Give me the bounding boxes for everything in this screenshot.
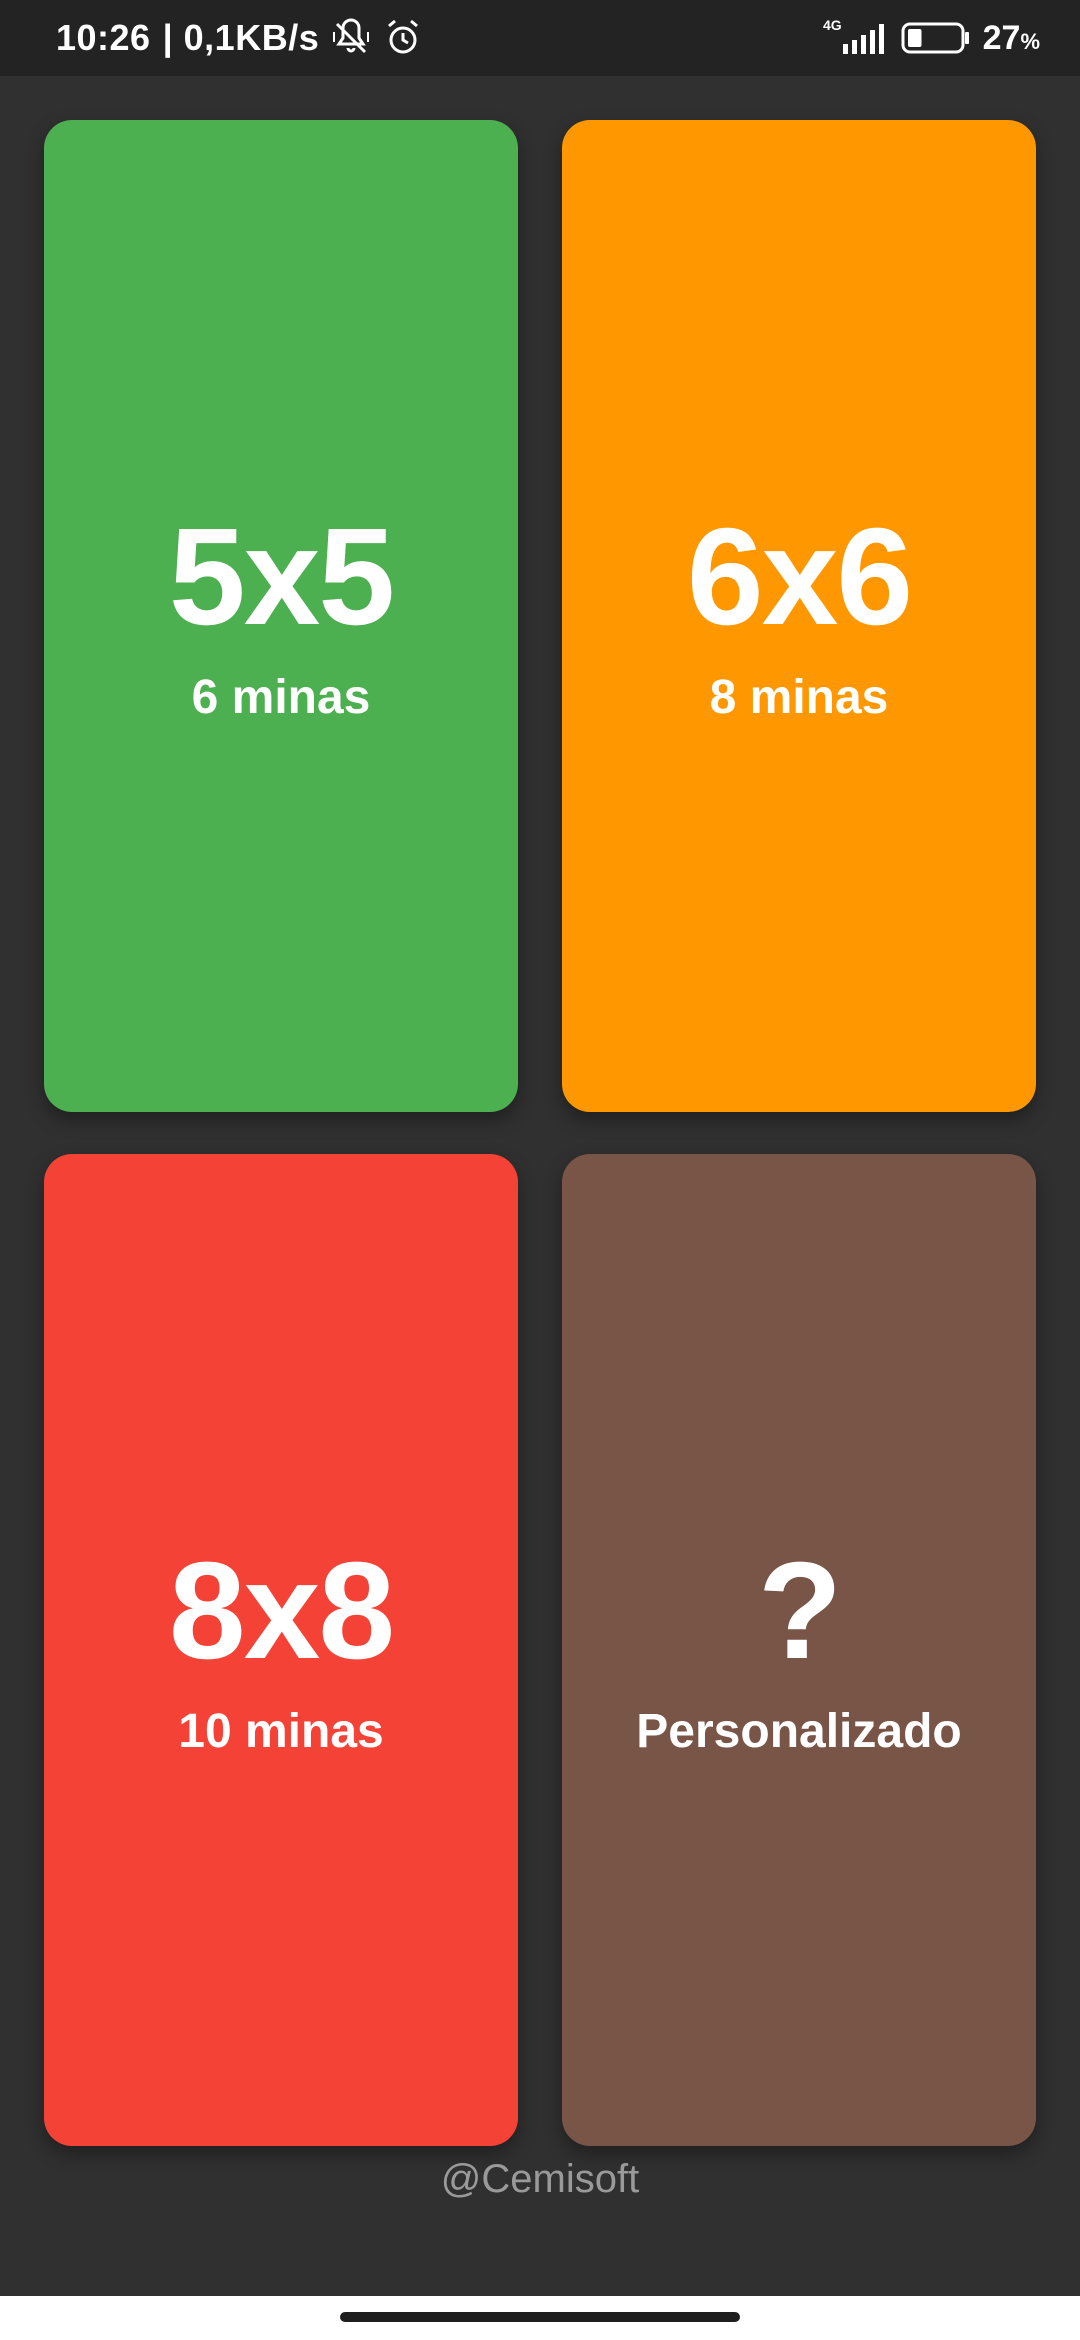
status-left: 10:26 | 0,1KB/s: [56, 17, 423, 59]
card-mines-label: 8 minas: [709, 670, 889, 724]
battery-icon: [901, 20, 971, 56]
difficulty-card-5x5[interactable]: 5x5 6 minas: [44, 120, 518, 1112]
status-bar: 10:26 | 0,1KB/s 4G 27%: [0, 0, 1080, 76]
difficulty-card-custom[interactable]: ? Personalizado: [562, 1154, 1036, 2146]
vibrate-off-icon: [331, 18, 371, 58]
card-size-label: 5x5: [168, 499, 395, 654]
card-size-label: 6x6: [686, 499, 913, 654]
status-time: 10:26: [56, 17, 151, 58]
card-mines-label: 10 minas: [178, 1704, 384, 1758]
card-mines-label: 6 minas: [191, 670, 371, 724]
app-content: 5x5 6 minas 6x6 8 minas 8x8 10 minas ? P…: [0, 76, 1080, 2296]
credit-text: @Cemisoft: [440, 2157, 640, 2201]
battery-percent: 27%: [982, 18, 1040, 57]
alarm-icon: [383, 18, 423, 58]
difficulty-card-6x6[interactable]: 6x6 8 minas: [562, 120, 1036, 1112]
difficulty-card-8x8[interactable]: 8x8 10 minas: [44, 1154, 518, 2146]
network-type-label: 4G: [823, 17, 842, 33]
status-network-speed: | 0,1KB/s: [162, 17, 320, 58]
status-right: 4G 27%: [819, 16, 1040, 60]
card-mines-label: Personalizado: [636, 1704, 962, 1758]
home-indicator[interactable]: [340, 2312, 740, 2322]
card-size-label: 8x8: [168, 1533, 395, 1688]
signal-icon: 4G: [819, 16, 889, 60]
navigation-bar: [0, 2296, 1080, 2340]
card-size-label: ?: [757, 1533, 842, 1688]
